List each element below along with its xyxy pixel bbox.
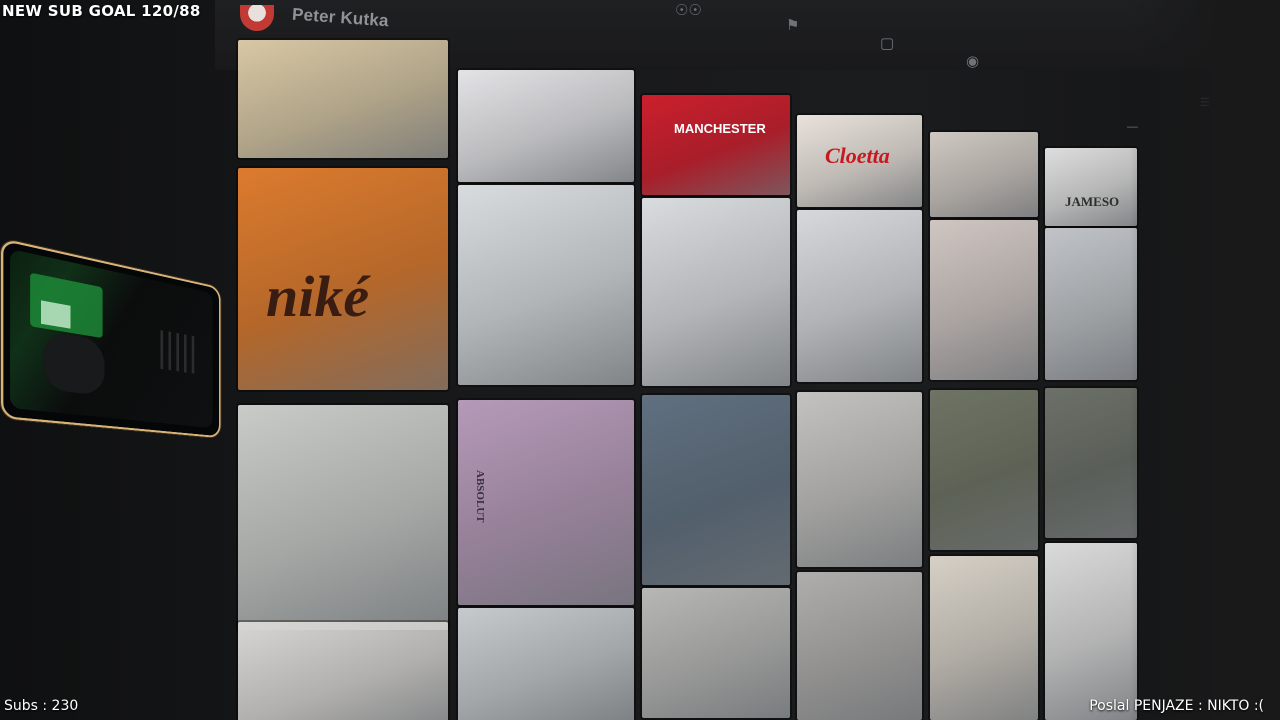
photo-red-sneaker[interactable]	[1045, 543, 1137, 720]
photo-absolut-vodka[interactable]: ABSOLUT	[458, 400, 634, 605]
photo-caption: JAMESO	[1065, 194, 1119, 210]
photo-nike-orange[interactable]: niké	[238, 168, 448, 390]
game-scene: Peter Kutka ☉☉ ⚑ ▢ ◉ — ☰ ● ● ● MANCHESTE…	[0, 0, 1280, 720]
photo-jameson[interactable]: JAMESO	[1045, 148, 1137, 226]
photo-church[interactable]	[1045, 388, 1137, 538]
photo-vodka-bottle[interactable]	[238, 405, 448, 630]
photo-caption: MANCHESTER	[674, 121, 766, 136]
photo-caption: Cloetta	[825, 143, 890, 169]
photo-bottle-blue[interactable]	[1045, 228, 1137, 380]
photo-pavement[interactable]	[797, 392, 922, 567]
photo-caption: niké	[266, 263, 369, 330]
photo-kick-snow[interactable]	[458, 185, 634, 385]
subs-count-text: Subs : 230	[4, 698, 78, 714]
photo-yard[interactable]	[930, 390, 1038, 550]
photo-cloetta[interactable]: Cloetta	[797, 115, 922, 207]
photo-snow-arms-up[interactable]	[797, 210, 922, 382]
photo-caption: ABSOLUT	[474, 470, 486, 523]
photo-bottom-3[interactable]	[642, 588, 790, 718]
photo-figurine[interactable]	[930, 132, 1038, 217]
photo-manchester-shirt[interactable]: MANCHESTER	[642, 95, 790, 195]
photo-bottom-4[interactable]	[797, 572, 922, 720]
photo-red-shoe[interactable]	[930, 220, 1038, 380]
photo-bottom-5[interactable]	[930, 556, 1038, 720]
photo-sneakers[interactable]	[458, 70, 634, 182]
photo-red-jersey[interactable]	[642, 395, 790, 585]
monitor	[41, 300, 70, 328]
gaming-chair	[43, 331, 104, 397]
photo-bottom-2[interactable]	[458, 608, 634, 720]
photo-yellow-figure[interactable]	[238, 40, 448, 158]
right-fade	[1130, 0, 1280, 720]
equipment	[161, 330, 200, 374]
sub-goal-text: NEW SUB GOAL 120/88	[2, 2, 201, 20]
photo-snow-pose-red-hat[interactable]	[642, 198, 790, 386]
photo-bottom-1[interactable]	[238, 622, 448, 720]
donation-text: Poslal PENJAZE : NIKTO :(	[1089, 698, 1264, 714]
